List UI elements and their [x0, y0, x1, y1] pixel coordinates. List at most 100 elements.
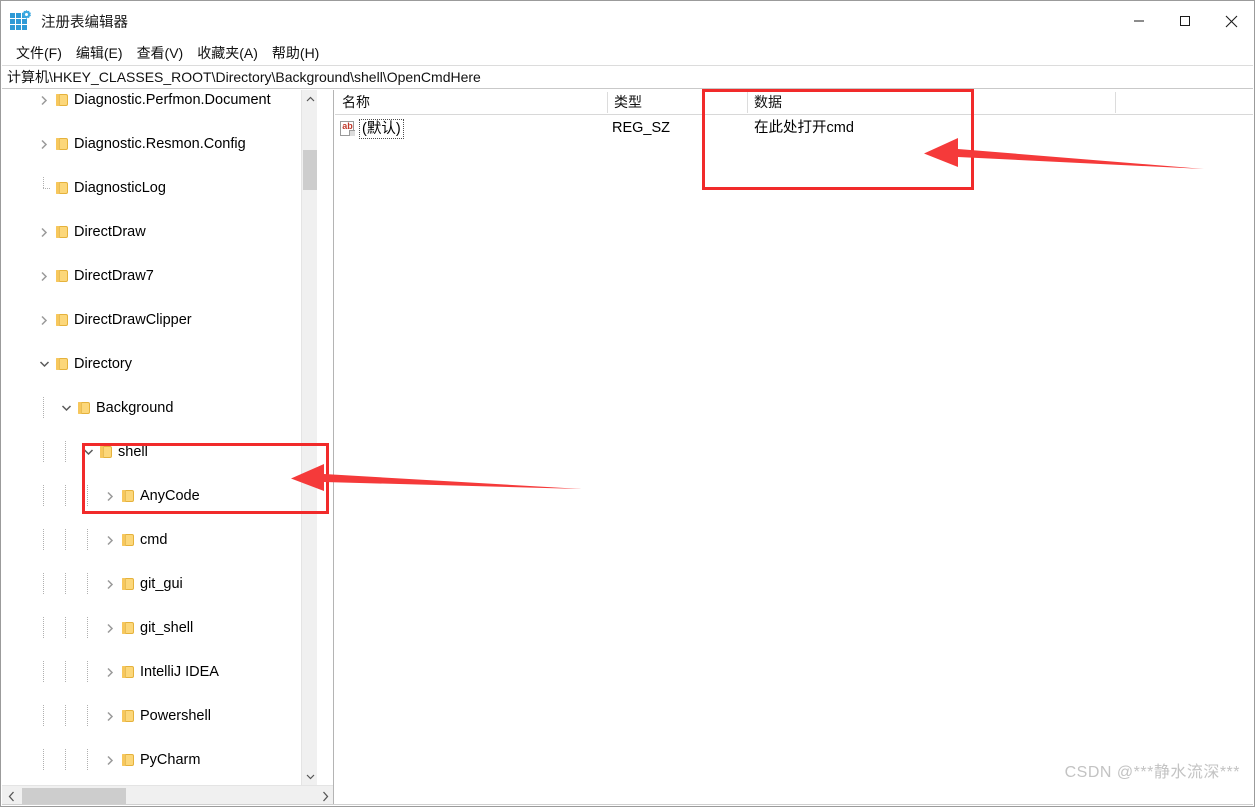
tree-guide-line	[43, 661, 44, 683]
registry-values-pane: 名称 类型 数据 ab (默认) REG_SZ 在此处打开cmd	[335, 90, 1253, 806]
tree-item-git-gui[interactable]: git_gui	[2, 573, 317, 595]
folder-icon	[120, 709, 136, 723]
chevron-down-icon[interactable]	[80, 441, 96, 463]
folder-icon	[120, 577, 136, 591]
chevron-right-icon[interactable]	[36, 309, 52, 331]
menu-edit[interactable]: 编辑(E)	[69, 41, 130, 65]
tree-guide-line	[87, 661, 88, 683]
chevron-right-icon[interactable]	[36, 265, 52, 287]
column-separator-3[interactable]	[1115, 92, 1116, 113]
tree-scroll-thumb[interactable]	[303, 150, 317, 190]
tree-item-pycharm[interactable]: PyCharm	[2, 749, 317, 771]
tree-item-label: IntelliJ IDEA	[140, 664, 219, 680]
tree-item-label: git_shell	[140, 620, 194, 636]
tree-guide-line	[43, 749, 44, 771]
chevron-down-icon[interactable]	[58, 397, 74, 419]
folder-icon	[54, 313, 70, 327]
folder-icon	[120, 489, 136, 503]
folder-icon	[54, 269, 70, 283]
chevron-right-icon[interactable]	[102, 749, 118, 771]
tree-vertical-scrollbar[interactable]	[301, 90, 317, 785]
menu-file[interactable]: 文件(F)	[9, 41, 69, 65]
tree-item-git-shell[interactable]: git_shell	[2, 617, 317, 639]
chevron-right-icon[interactable]	[36, 90, 52, 111]
tree-item-powershell[interactable]: Powershell	[2, 705, 317, 727]
tree-item-label: Directory	[74, 356, 133, 372]
value-name-label: (默认)	[359, 118, 404, 139]
tree-item-shell[interactable]: shell	[2, 441, 317, 463]
tree-guide-line	[43, 397, 44, 419]
csdn-watermark: CSDN @***静水流深***	[1064, 764, 1240, 781]
scroll-left-icon[interactable]	[2, 786, 20, 806]
tree-item-label: PyCharm	[140, 752, 201, 768]
tree-item-diagnostic-resmon-config[interactable]: Diagnostic.Resmon.Config	[2, 133, 317, 155]
tree-guide-line	[43, 573, 44, 595]
value-type-cell: REG_SZ	[612, 120, 671, 136]
menu-view[interactable]: 查看(V)	[130, 41, 191, 65]
folder-icon	[54, 357, 70, 371]
tree-guide-line	[65, 485, 66, 507]
tree-item-directdraw7[interactable]: DirectDraw7	[2, 265, 317, 287]
folder-icon	[120, 665, 136, 679]
chevron-right-icon[interactable]	[102, 705, 118, 727]
scroll-down-icon[interactable]	[302, 768, 318, 785]
tree-guide-line	[43, 529, 44, 551]
tree-item-intellij-idea[interactable]: IntelliJ IDEA	[2, 661, 317, 683]
tree-item-label: DirectDraw	[74, 224, 146, 240]
scroll-up-icon[interactable]	[302, 90, 318, 107]
tree-item-label: DiagnosticLog	[74, 180, 166, 196]
tree-guide-line	[87, 485, 88, 507]
chevron-down-icon[interactable]	[36, 353, 52, 375]
chevron-right-icon[interactable]	[102, 529, 118, 551]
chevron-right-icon[interactable]	[102, 573, 118, 595]
minimize-button[interactable]	[1116, 1, 1162, 41]
tree-item-anycode[interactable]: AnyCode	[2, 485, 317, 507]
tree-guide-line	[65, 749, 66, 771]
value-name-cell[interactable]: ab (默认)	[340, 116, 607, 141]
tree-item-directdrawclipper[interactable]: DirectDrawClipper	[2, 309, 317, 331]
folder-icon	[120, 533, 136, 547]
tree-guide-line	[65, 661, 66, 683]
tree-hscroll-thumb[interactable]	[22, 788, 126, 805]
tree-guide-line	[43, 441, 44, 463]
tree-guide-line	[65, 529, 66, 551]
tree-guide-line	[87, 705, 88, 727]
column-header-name[interactable]: 名称	[335, 90, 607, 115]
tree-item-diagnostic-perfmon-document[interactable]: Diagnostic.Perfmon.Document	[2, 90, 317, 111]
tree-item-background[interactable]: Background	[2, 397, 317, 419]
tree-guide-line	[43, 617, 44, 639]
tree-guide-line	[65, 441, 66, 463]
tree-item-directdraw[interactable]: DirectDraw	[2, 221, 317, 243]
registry-tree: Diagnostic.Perfmon.Document Diagnostic.Re…	[2, 90, 317, 785]
registry-tree-viewport: Diagnostic.Perfmon.Document Diagnostic.Re…	[2, 90, 317, 785]
tree-leaf-connector	[36, 177, 52, 199]
tree-horizontal-scrollbar[interactable]	[2, 785, 333, 806]
tree-item-diagnosticlog[interactable]: DiagnosticLog	[2, 177, 317, 199]
scroll-right-icon[interactable]	[316, 786, 333, 806]
folder-icon	[120, 621, 136, 635]
tree-item-label: DirectDraw7	[74, 268, 154, 284]
tree-item-cmd[interactable]: cmd	[2, 529, 317, 551]
chevron-right-icon[interactable]	[102, 617, 118, 639]
column-header-type[interactable]: 类型	[607, 90, 747, 115]
chevron-right-icon[interactable]	[102, 485, 118, 507]
menu-favorites[interactable]: 收藏夹(A)	[190, 41, 265, 65]
close-button[interactable]	[1208, 1, 1254, 41]
column-header-data[interactable]: 数据	[747, 90, 1115, 115]
chevron-right-icon[interactable]	[102, 661, 118, 683]
chevron-right-icon[interactable]	[36, 133, 52, 155]
tree-guide-line	[87, 749, 88, 771]
tree-item-label: shell	[118, 444, 148, 460]
value-data-cell: 在此处打开cmd	[754, 120, 854, 136]
tree-guide-line	[65, 617, 66, 639]
menu-help[interactable]: 帮助(H)	[265, 41, 326, 65]
menu-bar: 文件(F) 编辑(E) 查看(V) 收藏夹(A) 帮助(H)	[1, 41, 1254, 65]
maximize-button[interactable]	[1162, 1, 1208, 41]
address-bar[interactable]: 计算机\HKEY_CLASSES_ROOT\Directory\Backgrou…	[2, 65, 1253, 89]
tree-item-directory[interactable]: Directory	[2, 353, 317, 375]
tree-item-label: git_gui	[140, 576, 183, 592]
chevron-right-icon[interactable]	[36, 221, 52, 243]
tree-item-label: Diagnostic.Perfmon.Document	[74, 92, 271, 108]
string-value-icon: ab	[340, 120, 356, 137]
table-row[interactable]: ab (默认) REG_SZ 在此处打开cmd	[335, 116, 1253, 141]
